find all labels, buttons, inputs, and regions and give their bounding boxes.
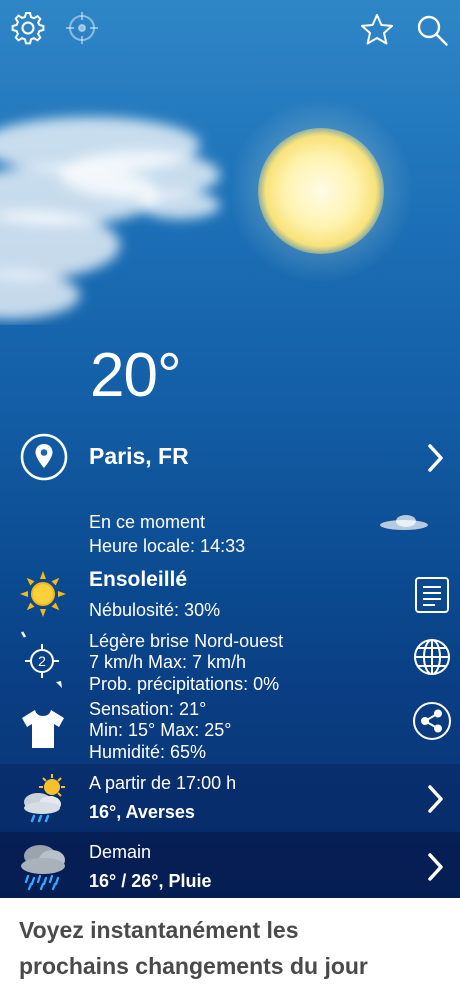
chevron-right-icon[interactable] (425, 851, 445, 883)
forecast-later-value: 16°, Averses (89, 802, 195, 822)
shirt-icon (22, 710, 64, 748)
forecast-tomorrow-value: 16° / 26°, Pluie (89, 871, 212, 891)
wind-description: Légère brise Nord-ouest (89, 631, 284, 651)
wind-compass-icon: 2 (20, 631, 62, 688)
wind-speed: 7 km/h Max: 7 km/h (89, 652, 247, 672)
cloudiness: Nébulosité: 30% (89, 600, 221, 620)
promo-caption: Voyez instantanément les prochains chang… (19, 912, 449, 984)
location-name[interactable]: Paris, FR (89, 443, 189, 470)
chevron-right-icon[interactable] (425, 442, 445, 474)
min-max-temperature: Min: 15° Max: 25° (89, 720, 232, 740)
precipitation-probability: Prob. précipitations: 0% (89, 674, 280, 694)
sun-illustration (258, 128, 384, 254)
chevron-right-icon[interactable] (425, 783, 445, 815)
location-pin-icon (20, 433, 68, 481)
feels-like: Sensation: 21° (89, 699, 207, 719)
condition-label: Ensoleillé (89, 568, 188, 591)
cloud-rain-icon (21, 845, 65, 891)
document-icon[interactable] (412, 575, 452, 615)
sun-icon (20, 571, 66, 617)
star-icon[interactable] (357, 10, 397, 50)
caption-line-1: Voyez instantanément les (19, 917, 299, 943)
wind-force-label: 2 (38, 653, 46, 669)
sun-cloud-rain-icon (24, 774, 65, 823)
forecast-tomorrow-label: Demain (89, 842, 152, 862)
globe-icon[interactable] (412, 637, 452, 677)
moment-label: En ce moment (89, 512, 206, 532)
cloud-illustration (0, 117, 220, 319)
small-cloud (380, 515, 428, 530)
current-temperature: 20° (90, 341, 182, 410)
crosshair-icon[interactable] (62, 8, 102, 48)
share-icon[interactable] (412, 701, 452, 741)
weather-screen: 20° Paris, FR En ce moment Heure locale:… (0, 0, 460, 898)
forecast-later-label: A partir de 17:00 h (89, 773, 237, 793)
search-icon[interactable] (412, 10, 452, 50)
caption-line-2: prochains changements du jour (19, 953, 368, 979)
gear-icon[interactable] (8, 8, 48, 48)
humidity: Humidité: 65% (89, 742, 207, 762)
local-time: Heure locale: 14:33 (89, 536, 246, 556)
